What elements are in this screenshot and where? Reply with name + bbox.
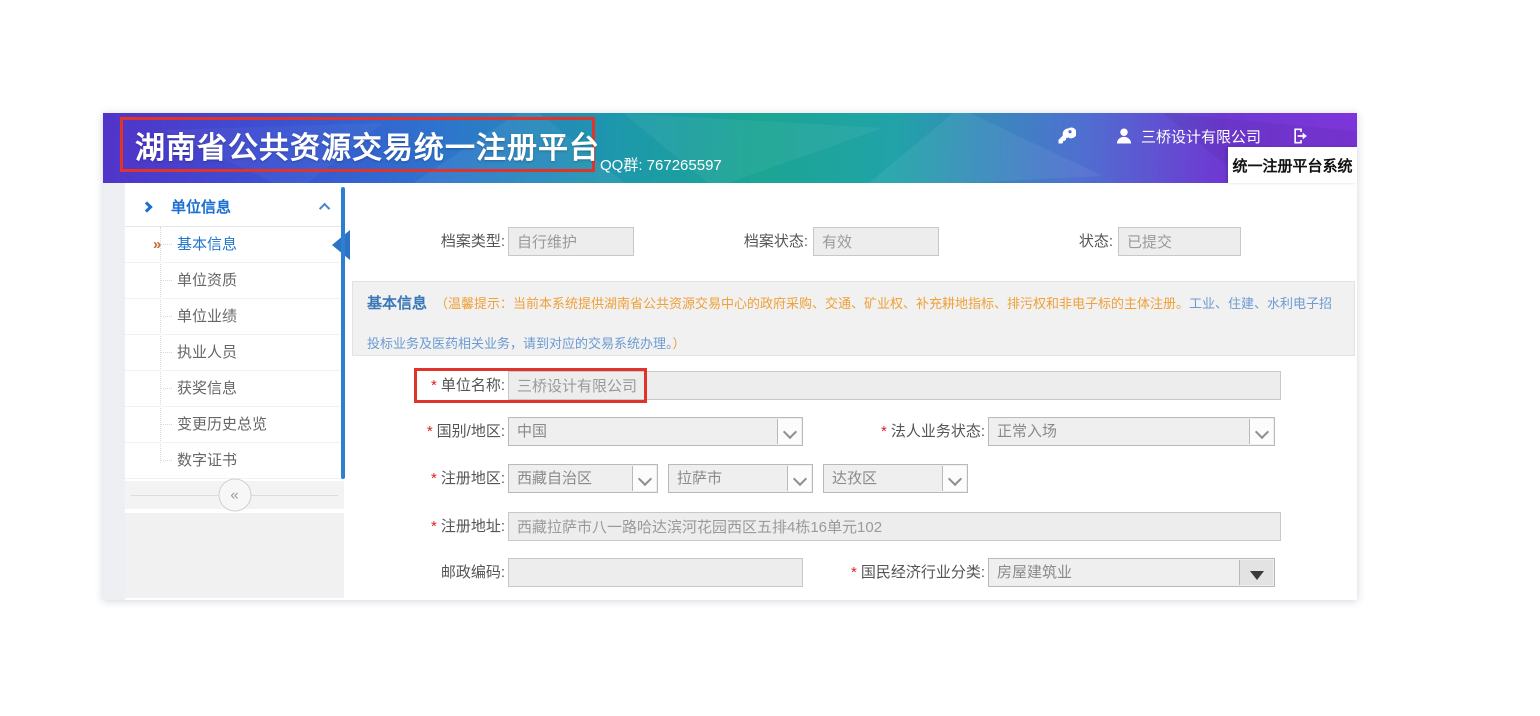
chevron-down-icon[interactable] [942, 466, 966, 491]
reg-region-label: *注册地区: [355, 464, 505, 493]
sidebar-collapse-button[interactable]: « [218, 479, 251, 512]
sidebar-item-label: 基本信息 [177, 236, 237, 253]
industry-select[interactable]: 房屋建筑业 [988, 558, 1275, 587]
section-title: 基本信息 [367, 295, 427, 312]
sidebar-item-basic-info[interactable]: » 基本信息 [125, 227, 344, 263]
key-icon[interactable] [1056, 126, 1076, 146]
chevron-down-icon[interactable] [1249, 419, 1273, 444]
business-status-value: 正常入场 [997, 423, 1057, 440]
user-icon [1114, 126, 1134, 146]
archive-status-field [813, 227, 939, 256]
system-tab[interactable]: 统一注册平台系统 [1228, 147, 1357, 183]
sidebar-item-unit-qualification[interactable]: 单位资质 [125, 263, 344, 299]
company-name-menu[interactable]: 三桥设计有限公司 [1141, 126, 1261, 147]
sidebar-item-label: 单位资质 [177, 272, 237, 289]
sidebar-item-awards[interactable]: 获奖信息 [125, 371, 344, 407]
country-select[interactable]: 中国 [508, 417, 803, 446]
chevron-right-icon [141, 201, 152, 212]
status-field [1118, 227, 1241, 256]
unit-name-input[interactable] [508, 371, 1281, 400]
sidebar-item-label: 数字证书 [177, 452, 237, 469]
unit-name-label: *单位名称: [355, 371, 505, 400]
sidebar-item-change-history[interactable]: 变更历史总览 [125, 407, 344, 443]
reg-address-label: *注册地址: [355, 512, 505, 541]
chevron-down-icon[interactable] [632, 466, 656, 491]
left-gutter [103, 183, 125, 600]
notice-hint-close: ） [673, 336, 686, 351]
industry-value: 房屋建筑业 [997, 564, 1072, 581]
postal-code-input[interactable] [508, 558, 803, 587]
sidebar-scrollbar[interactable] [341, 187, 345, 479]
postal-code-label: 邮政编码: [355, 558, 505, 587]
sidebar-item-label: 单位业绩 [177, 308, 237, 325]
sidebar-items: » 基本信息 单位资质 单位业绩 执业人员 获奖信息 变更历史总览 数字证书 [125, 227, 344, 479]
sidebar-menu: 单位信息 » 基本信息 单位资质 单位业绩 执业人员 获奖信息 变更历史总览 [125, 187, 344, 479]
business-status-select[interactable]: 正常入场 [988, 417, 1275, 446]
header: 湖南省公共资源交易统一注册平台 QQ群: 767265597 三桥设计有限公司 [103, 113, 1357, 183]
dropdown-triangle-icon[interactable] [1239, 560, 1273, 585]
district-select[interactable]: 达孜区 [823, 464, 968, 493]
sidebar-item-label: 执业人员 [177, 344, 237, 361]
chevron-down-icon[interactable] [777, 419, 801, 444]
sidebar-item-label: 获奖信息 [177, 380, 237, 397]
qq-group-text: QQ群: 767265597 [600, 154, 722, 175]
app-window: 湖南省公共资源交易统一注册平台 QQ群: 767265597 三桥设计有限公司 … [103, 113, 1357, 600]
sidebar-item-practitioners[interactable]: 执业人员 [125, 335, 344, 371]
page-title: 湖南省公共资源交易统一注册平台 [120, 117, 595, 172]
industry-label: *国民经济行业分类: [815, 558, 985, 587]
collapse-up-icon[interactable] [319, 202, 330, 213]
logout-icon[interactable] [1291, 126, 1311, 146]
business-status-label: *法人业务状态: [815, 417, 985, 446]
province-select[interactable]: 西藏自治区 [508, 464, 658, 493]
country-label: *国别/地区: [355, 417, 505, 446]
notice-hint-orange: （温馨提示：当前本系统提供湖南省公共资源交易中心的政府采购、交通、矿业权、补充耕… [435, 296, 1189, 311]
sidebar-group-label: 单位信息 [171, 196, 231, 217]
country-value: 中国 [517, 423, 547, 440]
sidebar-item-digital-certificate[interactable]: 数字证书 [125, 443, 344, 479]
status-label: 状态: [968, 227, 1113, 256]
sidebar-filler [125, 513, 344, 598]
header-toolbar: 三桥设计有限公司 [1056, 124, 1311, 148]
active-marker-icon: » [153, 227, 161, 262]
sidebar-item-unit-performance[interactable]: 单位业绩 [125, 299, 344, 335]
page-title-text: 湖南省公共资源交易统一注册平台 [135, 123, 600, 167]
archive-type-field [508, 227, 634, 256]
city-select[interactable]: 拉萨市 [668, 464, 813, 493]
reg-address-input[interactable] [508, 512, 1281, 541]
province-value: 西藏自治区 [517, 470, 592, 487]
chevron-down-icon[interactable] [787, 466, 811, 491]
district-value: 达孜区 [832, 470, 877, 487]
sidebar-collapse-bar: « [125, 481, 344, 509]
city-value: 拉萨市 [677, 470, 722, 487]
basic-info-notice: 基本信息 （温馨提示：当前本系统提供湖南省公共资源交易中心的政府采购、交通、矿业权… [352, 281, 1355, 356]
archive-type-label: 档案类型: [355, 227, 505, 256]
sidebar-group-unit-info[interactable]: 单位信息 [125, 187, 344, 227]
sidebar-item-label: 变更历史总览 [177, 416, 267, 433]
archive-status-label: 档案状态: [663, 227, 808, 256]
